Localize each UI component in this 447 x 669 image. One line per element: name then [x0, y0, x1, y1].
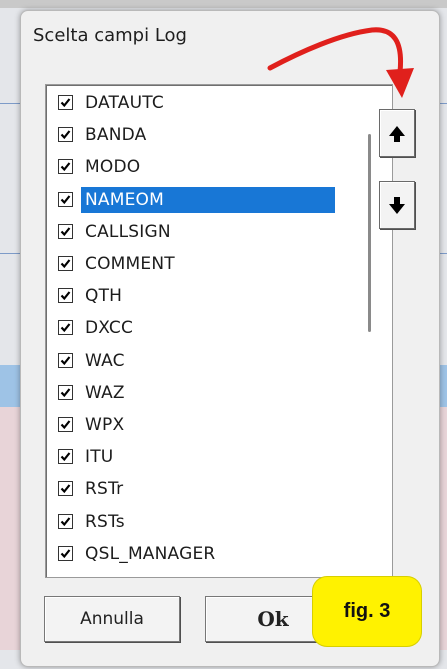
- list-item[interactable]: BANDA: [46, 121, 366, 149]
- fields-listbox[interactable]: DATAUTC BANDA MODO NAMEOM CALLSIGN COMMENT QTH…: [45, 84, 393, 578]
- checkbox[interactable]: [58, 352, 73, 368]
- checkmark-icon: [60, 194, 71, 204]
- checkmark-icon: [60, 259, 71, 269]
- checkbox[interactable]: [58, 288, 73, 304]
- list-item-label: MODO: [85, 157, 141, 178]
- list-item-label: WAC: [85, 350, 125, 371]
- checkbox[interactable]: [58, 223, 73, 239]
- list-item[interactable]: RSTr: [46, 475, 366, 503]
- list-item[interactable]: WAC: [46, 347, 366, 375]
- checkmark-icon: [60, 227, 71, 236]
- checkbox[interactable]: [58, 191, 73, 207]
- list-item-label: WAZ: [85, 382, 125, 403]
- move-down-button[interactable]: [379, 181, 415, 229]
- checkmark-icon: [60, 484, 71, 494]
- list-item[interactable]: WPX: [46, 411, 366, 439]
- dialog-title: Scelta campi Log: [33, 25, 187, 46]
- checkbox[interactable]: [58, 127, 73, 143]
- list-item-label: RSTs: [85, 511, 125, 532]
- checkmark-icon: [60, 516, 71, 526]
- list-item[interactable]: QSL_MANAGER: [46, 540, 366, 568]
- list-item[interactable]: CALLSIGN: [46, 218, 366, 246]
- list-item[interactable]: COMMENT: [46, 250, 366, 278]
- list-item[interactable]: QTH: [46, 282, 366, 310]
- checkmark-icon: [60, 355, 71, 365]
- list-item[interactable]: DXCC: [46, 314, 366, 342]
- list-item[interactable]: WAZ: [46, 379, 366, 407]
- list-item-label: RSTr: [85, 479, 124, 500]
- checkmark-icon: [60, 98, 71, 108]
- checkbox[interactable]: [58, 513, 73, 529]
- checkmark-icon: [60, 388, 71, 397]
- figure-label: fig. 3: [313, 577, 421, 646]
- checkbox[interactable]: [58, 417, 73, 432]
- list-item[interactable]: ITU: [46, 443, 366, 471]
- list-item-label: QSL_MANAGER: [85, 543, 216, 564]
- list-item-label: CALLSIGN: [85, 221, 171, 242]
- list-item-label: COMMENT: [85, 254, 175, 274]
- checkmark-icon: [60, 323, 71, 333]
- list-item-label: QTH: [85, 286, 123, 307]
- list-item-label: ITU: [85, 447, 114, 468]
- checkmark-icon: [60, 452, 71, 462]
- background-top-strip: [0, 0, 447, 8]
- checkbox[interactable]: [58, 320, 73, 336]
- list-item-label: DATAUTC: [85, 93, 164, 113]
- checkbox[interactable]: [58, 384, 73, 400]
- list-item-label: BANDA: [85, 125, 147, 146]
- checkbox[interactable]: [58, 545, 73, 561]
- move-up-button[interactable]: [379, 109, 415, 157]
- list-item-label: NAMEOM: [81, 186, 335, 213]
- checkbox[interactable]: [58, 256, 73, 271]
- list-item[interactable]: DATAUTC: [46, 89, 366, 117]
- checkbox[interactable]: [58, 449, 73, 465]
- checkmark-icon: [60, 291, 71, 301]
- list-item[interactable]: NAMEOM: [46, 186, 366, 214]
- checkmark-icon: [60, 549, 71, 558]
- checkbox[interactable]: [58, 481, 73, 497]
- field-selection-dialog: Scelta campi Log DATAUTC BANDA MODO NAMEOM C…: [20, 10, 440, 667]
- arrow-up-icon: [389, 126, 405, 142]
- checkmark-icon: [60, 130, 71, 140]
- list-item[interactable]: RSTs: [46, 508, 366, 536]
- cancel-button[interactable]: Annulla: [44, 596, 180, 642]
- list-item-label: DXCC: [85, 318, 134, 339]
- checkbox[interactable]: [58, 95, 73, 110]
- checkmark-icon: [60, 162, 71, 172]
- checkmark-icon: [60, 420, 71, 430]
- arrow-down-icon: [389, 197, 405, 214]
- scrollbar-thumb[interactable]: [368, 134, 371, 332]
- checkbox[interactable]: [58, 159, 73, 175]
- list-item[interactable]: MODO: [46, 153, 366, 181]
- list-item-label: WPX: [85, 415, 125, 435]
